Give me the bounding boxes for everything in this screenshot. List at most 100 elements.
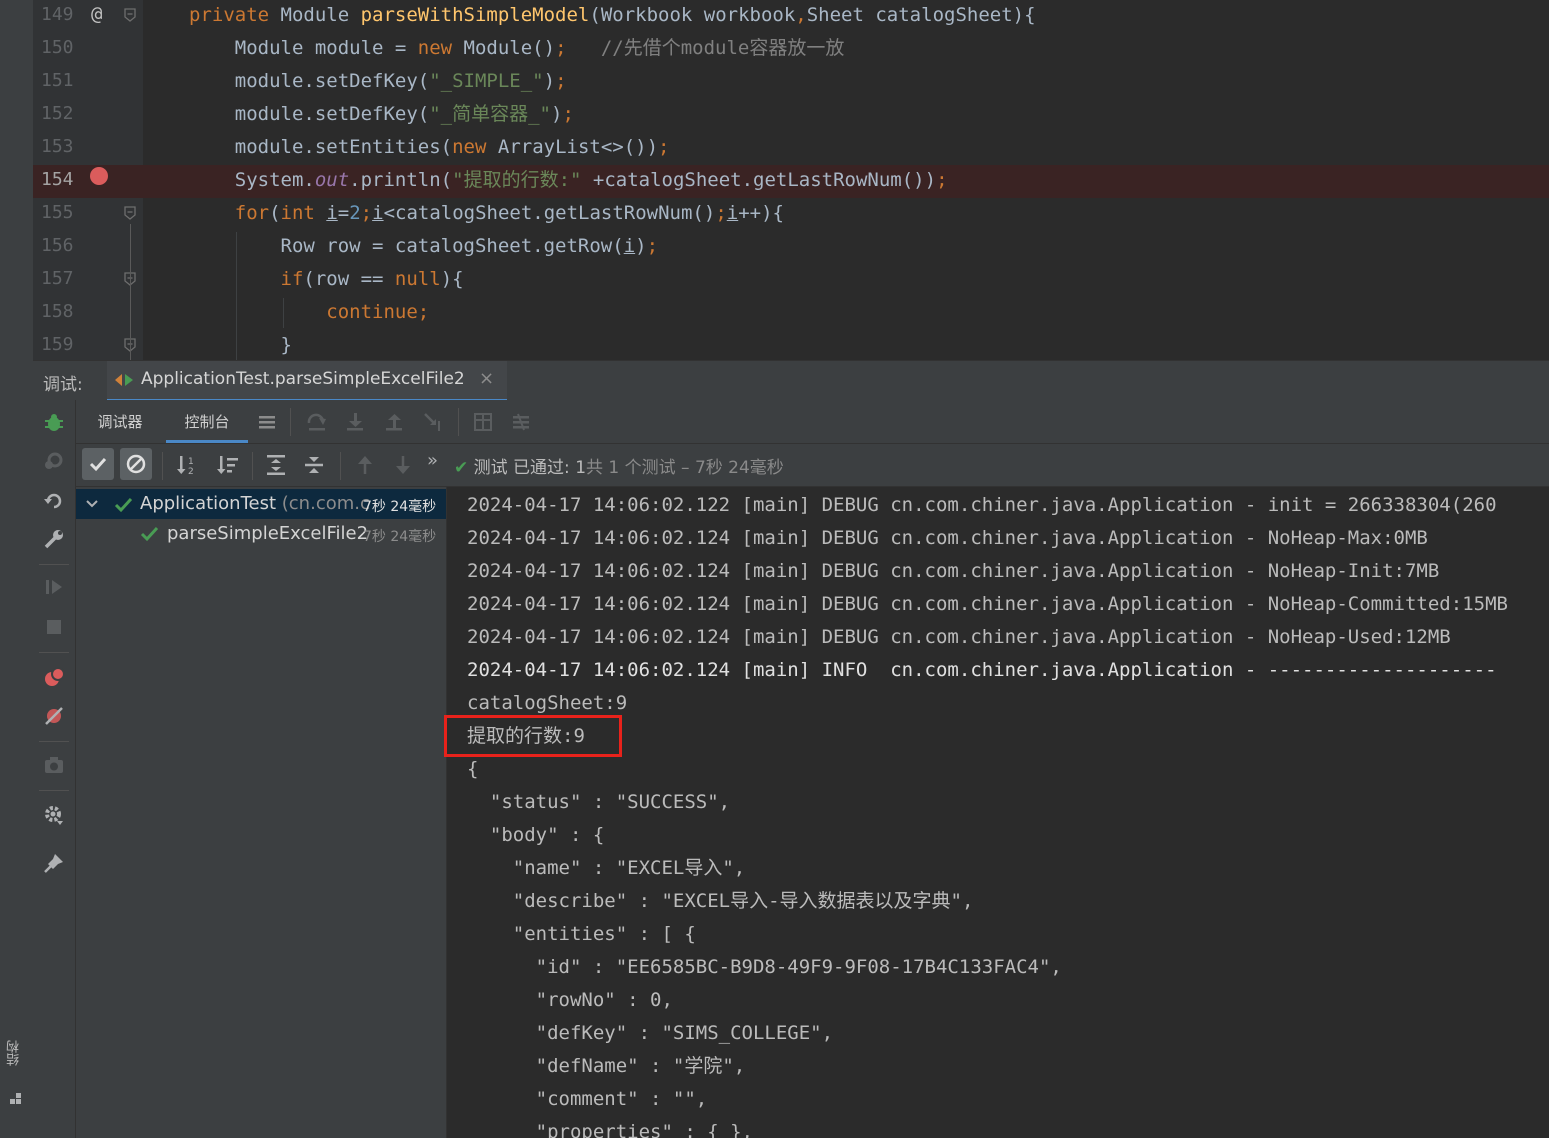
toolbar-separator [340,452,341,480]
mute-breakpoints-icon[interactable] [43,705,65,727]
breakpoint-icon[interactable] [90,167,108,185]
rerun-failed-icon[interactable] [43,450,65,472]
console-line: "status" : "SUCCESS", [467,791,731,813]
sort-alphabetically-icon[interactable]: 12 [176,453,200,477]
previous-failed-icon[interactable] [353,453,377,477]
code-token: private [189,4,281,26]
test-method-row[interactable]: parseSimpleExcelFile2 7秒 24毫秒 [76,519,446,549]
code-line[interactable]: 159 } [33,330,1549,360]
code-token: "_简单容器_" [429,103,551,125]
structure-tool-label[interactable]: 结构 [5,1040,27,1066]
code-token: i [726,202,739,224]
console-line: { [467,758,479,780]
code-token: ) [543,70,556,92]
next-failed-icon[interactable] [391,453,415,477]
line-number: 156 [41,235,74,256]
code-text: module.setEntities(new ArrayList<>()); [189,133,670,161]
code-line[interactable]: 153 module.setEntities(new ArrayList<>()… [33,132,1549,165]
code-editor[interactable]: 149 private Module parseWithSimpleModel(W… [33,0,1549,360]
override-marker-icon[interactable]: @ [91,3,102,25]
fold-marker-icon[interactable] [124,206,136,220]
fold-marker-icon[interactable] [124,8,136,22]
rerun-icon[interactable] [43,490,65,512]
run-config-tab[interactable]: ApplicationTest.parseSimpleExcelFile2 × [107,361,507,402]
settings-gear-icon[interactable] [43,804,65,826]
console-output[interactable]: 2024-04-17 14:06:02.122 [main] DEBUG cn.… [447,487,1549,1138]
code-line[interactable]: 157 if(row == null){ [33,264,1549,297]
code-token: <catalogSheet.getLastRowNum() [383,202,716,224]
code-token: ; [555,37,567,59]
show-ignored-toggle[interactable] [120,448,152,480]
passed-count: 测试 已通过: 1 [473,458,587,478]
test-run-icon [115,374,133,386]
code-line[interactable]: 152 module.setDefKey("_简单容器_"); [33,99,1549,132]
console-line: "entities" : [ { [467,923,696,945]
step-out-icon[interactable] [383,411,405,433]
code-token: module.setDefKey( [189,70,430,92]
console-line: "comment" : "", [467,1088,708,1110]
code-line[interactable]: 155 for(int i=2;i<catalogSheet.getLastRo… [33,198,1549,231]
toolbar-separator [458,408,459,436]
expand-all-icon[interactable] [264,453,288,477]
code-line[interactable]: 150 Module module = new Module(); //先借个m… [33,33,1549,66]
test-passed-icon [140,526,159,542]
tab-debugger[interactable]: 调试器 [76,400,164,443]
evaluate-expression-icon[interactable] [472,411,494,433]
show-passed-toggle[interactable] [82,448,114,480]
step-over-icon[interactable] [306,411,328,433]
test-method-name: parseSimpleExcelFile2 [167,523,369,544]
more-actions-chevron[interactable]: » [427,450,438,471]
wrench-icon[interactable] [43,528,65,550]
pass-check-icon: ✔ [454,458,469,478]
code-token: ( [269,202,281,224]
close-icon[interactable]: × [479,368,494,389]
console-line: 2024-04-17 14:06:02.124 [main] DEBUG cn.… [467,527,1428,549]
code-token: ) [550,103,563,125]
code-token: Module [280,4,361,26]
camera-icon[interactable] [43,754,65,776]
trace-current-stream-icon[interactable] [510,411,532,433]
code-text: } [189,331,292,359]
code-text: Module module = new Module(); //先借个modul… [189,34,845,62]
debug-toolbar: 调试器 控制台 [76,400,1549,444]
code-token: i [372,202,384,224]
code-token: Module() [463,37,556,59]
layout-menu-icon[interactable] [256,411,278,433]
code-text: Row row = catalogSheet.getRow(i); [189,232,659,260]
resume-icon[interactable] [43,576,65,598]
code-line[interactable]: 156 Row row = catalogSheet.getRow(i); [33,231,1549,264]
run-to-cursor-icon[interactable] [422,411,444,433]
left-tool-strip: 结构 [0,0,34,1138]
code-token: new [452,136,498,158]
code-line[interactable]: 151 module.setDefKey("_SIMPLE_"); [33,66,1549,99]
step-into-icon[interactable] [344,411,366,433]
code-token: Sheet catalogSheet){ [806,4,1036,26]
code-line[interactable]: 158 continue; [33,297,1549,330]
code-token: out [314,169,350,191]
chevron-down-icon[interactable] [85,498,99,510]
code-token: new [417,37,464,59]
code-token: } [189,334,292,356]
tab-console[interactable]: 控制台 [166,400,248,443]
sidebar-separator [39,741,69,742]
collapse-all-icon[interactable] [302,453,326,477]
structure-icon[interactable] [9,1092,23,1106]
sort-by-duration-icon[interactable] [216,453,240,477]
code-token: continue [326,301,418,323]
test-passed-icon [114,497,133,513]
stop-icon[interactable] [43,616,65,638]
test-class-row[interactable]: ApplicationTest (cn.com.c 7秒 24毫秒 [76,489,446,519]
view-breakpoints-icon[interactable] [43,666,65,688]
console-line: 2024-04-17 14:06:02.124 [main] DEBUG cn.… [467,626,1451,648]
code-line[interactable]: 149 private Module parseWithSimpleModel(W… [33,0,1549,33]
code-token: for [234,202,270,224]
console-line: "defKey" : "SIMS_COLLEGE", [467,1022,834,1044]
code-token: //先借个module容器放一放 [566,37,845,59]
pin-icon[interactable] [43,852,65,874]
code-token: System. [189,169,315,191]
debug-bug-icon[interactable] [43,412,65,434]
code-line[interactable]: 154 System.out.println("提取的行数:" +catalog… [33,165,1549,198]
line-number: 150 [41,37,74,58]
test-results-tree[interactable]: ApplicationTest (cn.com.c 7秒 24毫秒 parseS… [76,487,447,1138]
